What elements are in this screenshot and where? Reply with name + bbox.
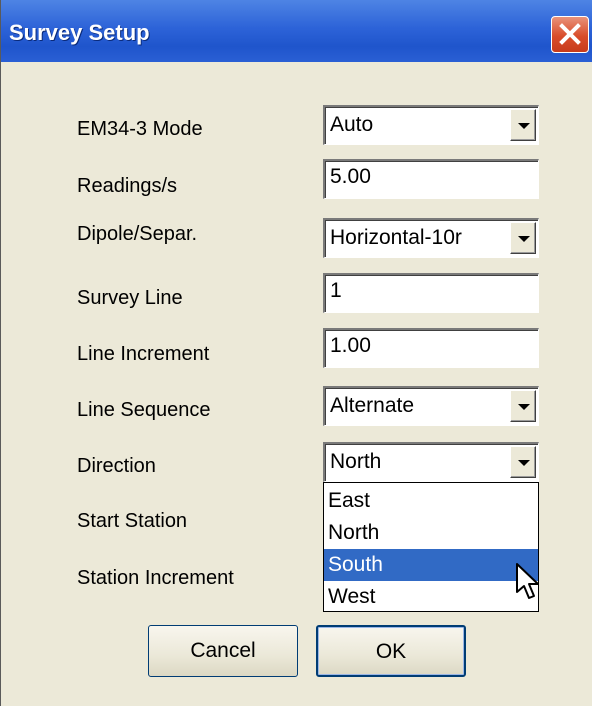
dropdown-option-south[interactable]: South xyxy=(324,549,538,581)
readings-label: Readings/s xyxy=(77,175,178,197)
line-increment-value: 1.00 xyxy=(330,334,371,357)
readings-value: 5.00 xyxy=(330,165,371,188)
survey-line-input[interactable]: 1 xyxy=(323,273,539,313)
em34-mode-select[interactable]: Auto xyxy=(323,105,539,145)
survey-setup-dialog: Survey Setup EM34-3 Mode Auto Readings/s… xyxy=(0,0,592,706)
chevron-down-icon[interactable] xyxy=(510,446,536,478)
line-sequence-label: Line Sequence xyxy=(77,399,211,421)
line-sequence-value: Alternate xyxy=(330,394,415,417)
window-title: Survey Setup xyxy=(9,20,150,45)
readings-input[interactable]: 5.00 xyxy=(323,159,539,199)
dipole-label: Dipole/Separ. xyxy=(77,223,198,245)
station-increment-label: Station Increment xyxy=(77,567,234,589)
chevron-down-icon[interactable] xyxy=(510,222,536,254)
title-bar[interactable]: Survey Setup xyxy=(1,0,592,62)
survey-line-value: 1 xyxy=(330,279,342,302)
mouse-pointer-icon xyxy=(516,563,539,599)
chevron-down-icon[interactable] xyxy=(510,109,536,141)
dropdown-option-west[interactable]: West xyxy=(324,581,538,613)
dipole-select[interactable]: Horizontal-10r xyxy=(323,218,539,258)
direction-select[interactable]: North xyxy=(323,442,539,482)
direction-label: Direction xyxy=(77,455,156,477)
survey-line-label: Survey Line xyxy=(77,287,183,309)
direction-value: North xyxy=(330,450,382,473)
cancel-button[interactable]: Cancel xyxy=(148,625,298,677)
line-increment-label: Line Increment xyxy=(77,343,210,365)
line-sequence-select[interactable]: Alternate xyxy=(323,386,539,426)
chevron-down-icon[interactable] xyxy=(510,390,536,422)
start-station-label: Start Station xyxy=(77,510,188,532)
em34-mode-label: EM34-3 Mode xyxy=(77,118,203,140)
line-increment-input[interactable]: 1.00 xyxy=(323,328,539,368)
direction-dropdown-list[interactable]: East North South West xyxy=(323,482,539,612)
dipole-value: Horizontal-10r xyxy=(330,226,462,249)
close-icon xyxy=(559,23,581,45)
ok-button[interactable]: OK xyxy=(316,625,466,677)
close-button[interactable] xyxy=(551,16,589,53)
em34-mode-value: Auto xyxy=(330,113,374,136)
dropdown-option-east[interactable]: East xyxy=(324,485,538,517)
dropdown-option-north[interactable]: North xyxy=(324,517,538,549)
